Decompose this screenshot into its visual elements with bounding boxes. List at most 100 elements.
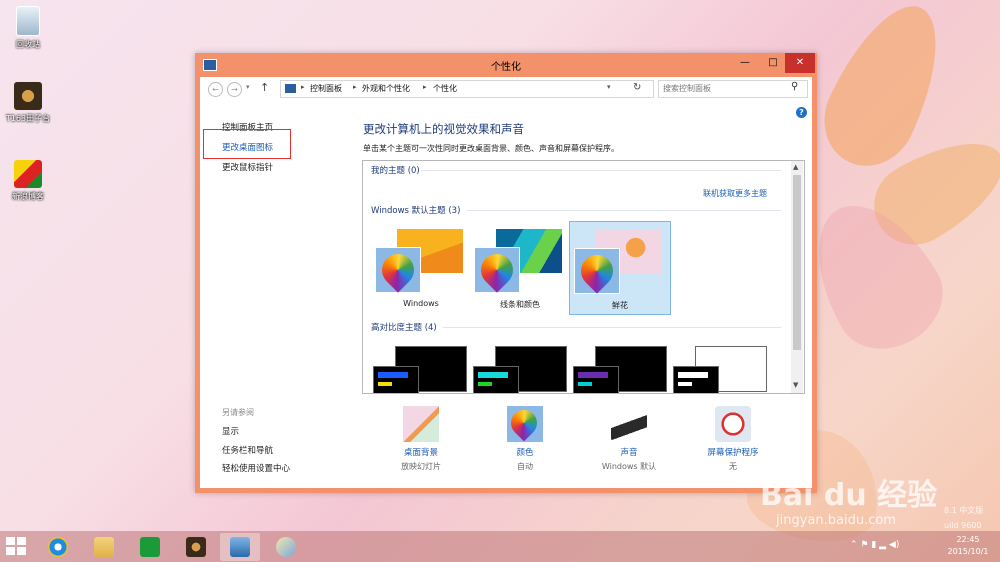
- setting-value: 自动: [517, 462, 533, 471]
- close-button[interactable]: ✕: [785, 53, 815, 73]
- search-icon[interactable]: ⚲: [791, 81, 798, 92]
- setting-title[interactable]: 屏幕保护程序: [688, 446, 778, 458]
- section-my-themes: 我的主题 (0): [371, 166, 420, 176]
- taskbar-store[interactable]: [130, 533, 170, 561]
- breadcrumb-item[interactable]: 控制面板: [310, 83, 342, 94]
- address-bar: ← → ▾ ↑ ▸ 控制面板 ▸ 外观和个性化 ▸ 个性化 ▾ ↻ ⚲: [200, 77, 812, 101]
- breadcrumb-separator[interactable]: ▸: [301, 83, 305, 91]
- color-setting[interactable]: 颜色 自动: [480, 404, 570, 472]
- breadcrumb[interactable]: ▸ 控制面板 ▸ 外观和个性化 ▸ 个性化 ▾ ↻: [280, 80, 654, 98]
- theme-flowers[interactable]: 鲜花: [569, 221, 671, 315]
- theme-list-scrollbar[interactable]: ▲ ▼: [791, 161, 803, 393]
- screensaver-setting[interactable]: 屏幕保护程序 无: [688, 406, 778, 472]
- app-icon: [186, 537, 206, 557]
- theme-name: Windows: [403, 299, 439, 308]
- scroll-up-icon[interactable]: ▲: [793, 163, 798, 171]
- breadcrumb-separator[interactable]: ▸: [423, 83, 427, 91]
- theme-high-contrast-2[interactable]: [473, 346, 567, 393]
- desktop-icon-label: 新浪博客: [12, 192, 44, 201]
- section-divider: [467, 210, 781, 211]
- taskbar: ⌃ ⚑ ▮ ▂ ◀) 22:45 2015/10/1: [0, 531, 1000, 562]
- sidebar-link-ease-of-access[interactable]: 轻松使用设置中心: [222, 462, 290, 474]
- clock[interactable]: 22:45 2015/10/1: [940, 534, 996, 558]
- folder-icon: [94, 537, 114, 557]
- color-icon: [505, 404, 543, 442]
- title-bar[interactable]: 个性化 — □ ✕: [195, 53, 817, 77]
- control-panel-icon: [285, 84, 296, 93]
- app-icon: [14, 82, 42, 110]
- back-arrow-icon[interactable]: ←: [208, 82, 223, 97]
- taskbar-internet-explorer[interactable]: [38, 533, 78, 561]
- clock-time: 22:45: [956, 535, 980, 544]
- section-default-themes: Windows 默认主题 (3): [371, 206, 461, 216]
- desktop-icon-app[interactable]: T163田子台: [0, 82, 58, 124]
- window-title: 个性化: [491, 62, 521, 73]
- content-pane: 控制面板主页 更改桌面图标 更改鼠标指针 另请参阅 显示 任务栏和导航 轻松使用…: [200, 101, 812, 488]
- up-arrow-icon[interactable]: ↑: [260, 81, 269, 94]
- color-fan-icon: [474, 247, 520, 293]
- theme-lines-and-colors[interactable]: 线条和颜色: [470, 221, 570, 313]
- setting-title[interactable]: 声音: [584, 446, 674, 458]
- annotation-highlight-box: [203, 129, 291, 159]
- setting-title[interactable]: 桌面背景: [376, 446, 466, 458]
- breadcrumb-separator[interactable]: ▸: [353, 83, 357, 91]
- breadcrumb-item[interactable]: 个性化: [433, 83, 457, 94]
- baidu-watermark: Bai du 经验: [760, 478, 938, 513]
- desktop-background-icon: [403, 406, 439, 442]
- maximize-button[interactable]: □: [759, 53, 787, 73]
- store-icon: [140, 537, 160, 557]
- help-icon[interactable]: ?: [796, 107, 807, 118]
- theme-name: 线条和颜色: [500, 300, 540, 309]
- desktop-icon-label: 回收站: [16, 40, 40, 49]
- build-watermark-line: 8.1 中文版: [944, 506, 984, 515]
- theme-windows[interactable]: Windows: [371, 221, 471, 313]
- color-fan-icon: [574, 248, 620, 294]
- desktop-icon-label: T163田子台: [5, 114, 51, 123]
- section-high-contrast: 高对比度主题 (4): [371, 323, 437, 333]
- scroll-thumb[interactable]: [793, 175, 801, 350]
- personalization-window: 个性化 — □ ✕ ← → ▾ ↑ ▸ 控制面板 ▸ 外观和个性化 ▸ 个性化 …: [195, 53, 817, 493]
- taskbar-app[interactable]: [176, 533, 216, 561]
- color-fan-icon: [375, 247, 421, 293]
- search-input[interactable]: [663, 82, 783, 94]
- start-button[interactable]: [6, 537, 28, 557]
- blog-icon: [14, 160, 42, 188]
- forward-arrow-icon[interactable]: →: [227, 82, 242, 97]
- clock-date: 2015/10/1: [947, 547, 989, 556]
- theme-name: 鲜花: [612, 301, 628, 310]
- desktop-icon-recycle-bin[interactable]: 回收站: [0, 6, 58, 50]
- scroll-down-icon[interactable]: ▼: [793, 381, 798, 389]
- system-tray[interactable]: ⌃ ⚑ ▮ ▂ ◀): [850, 540, 899, 550]
- minimize-button[interactable]: —: [731, 53, 759, 73]
- setting-title[interactable]: 颜色: [480, 446, 570, 458]
- search-box[interactable]: ⚲: [658, 80, 808, 98]
- desktop-icon-blog[interactable]: 新浪博客: [0, 160, 58, 202]
- sidebar-link-change-mouse-pointer[interactable]: 更改鼠标指针: [222, 161, 273, 173]
- sound-setting[interactable]: 声音 Windows 默认: [584, 406, 674, 472]
- page-description: 单击某个主题可一次性同时更改桌面背景、颜色、声音和屏幕保护程序。: [363, 144, 619, 153]
- theme-high-contrast-white[interactable]: [673, 346, 767, 393]
- section-divider: [421, 170, 781, 171]
- theme-high-contrast-1[interactable]: [373, 346, 467, 393]
- breadcrumb-item[interactable]: 外观和个性化: [362, 83, 410, 94]
- taskbar-file-explorer[interactable]: [84, 533, 124, 561]
- setting-value: 放映幻灯片: [401, 462, 441, 471]
- recent-pages-dropdown-icon[interactable]: ▾: [246, 83, 250, 91]
- control-panel-icon: [230, 537, 250, 557]
- theme-high-contrast-black[interactable]: [573, 346, 667, 393]
- sound-icon: [611, 406, 647, 442]
- paint-icon: [276, 537, 296, 557]
- build-watermark: 8.1 中文版 uild 9600: [944, 503, 983, 533]
- sidebar-link-taskbar[interactable]: 任务栏和导航: [222, 444, 273, 456]
- see-also-title: 另请参阅: [222, 408, 254, 417]
- address-dropdown-icon[interactable]: ▾: [607, 83, 611, 91]
- taskbar-control-panel[interactable]: [220, 533, 260, 561]
- page-title: 更改计算机上的视觉效果和声音: [363, 122, 524, 136]
- taskbar-paint[interactable]: [266, 533, 306, 561]
- watermark-url: jingyan.baidu.com: [776, 513, 896, 528]
- get-more-themes-link[interactable]: 联机获取更多主题: [703, 188, 767, 199]
- recycle-bin-icon: [16, 6, 40, 36]
- refresh-icon[interactable]: ↻: [633, 82, 641, 93]
- sidebar-link-display[interactable]: 显示: [222, 425, 239, 437]
- desktop-background-setting[interactable]: 桌面背景 放映幻灯片: [376, 406, 466, 472]
